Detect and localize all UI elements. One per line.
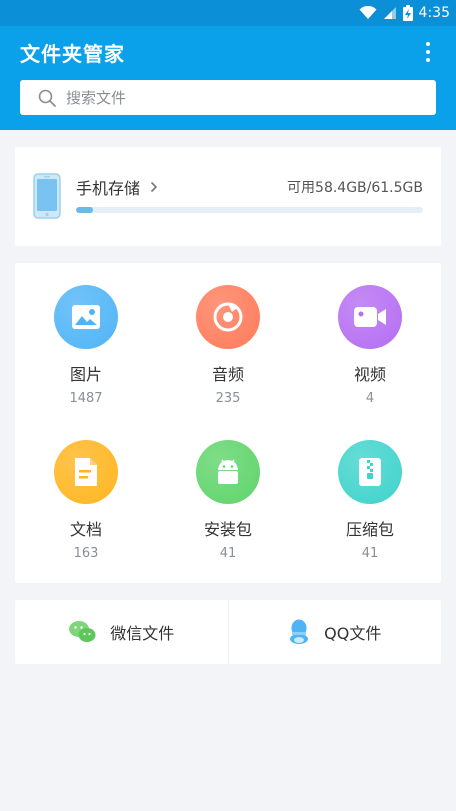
- search-input[interactable]: [66, 88, 406, 107]
- video-icon: [338, 285, 402, 349]
- search-box[interactable]: [20, 80, 436, 115]
- category-label: 音频: [211, 365, 244, 384]
- more-dot-icon: [426, 50, 430, 54]
- phone-storage-card[interactable]: 手机存储 可用58.4GB/61.5GB: [15, 147, 441, 246]
- category-label: 文档: [69, 520, 102, 539]
- music-icon: [196, 285, 260, 349]
- category-archives[interactable]: 压缩包 41: [299, 440, 441, 595]
- category-label: 安装包: [203, 520, 252, 539]
- android-icon: [196, 440, 260, 504]
- category-images[interactable]: 图片 1487: [15, 285, 157, 440]
- category-count: 235: [215, 391, 241, 406]
- more-dot-icon: [426, 58, 430, 62]
- storage-progress-bar: [76, 207, 423, 213]
- category-audio[interactable]: 音频 235: [157, 285, 299, 440]
- wechat-files-button[interactable]: 微信文件: [15, 600, 228, 664]
- phone-icon: [33, 173, 61, 219]
- storage-progress-fill: [76, 207, 94, 213]
- category-documents[interactable]: 文档 163: [15, 440, 157, 595]
- category-count: 1487: [69, 391, 103, 406]
- file-categories-card: 图片 1487 音频 235 视频 4 文档 163 安装包 41 压缩包 41: [15, 263, 441, 583]
- category-video[interactable]: 视频 4: [299, 285, 441, 440]
- category-label: 压缩包: [345, 520, 394, 539]
- wifi-icon: [359, 6, 377, 19]
- image-icon: [54, 285, 118, 349]
- wechat-files-label: 微信文件: [110, 624, 175, 643]
- category-count: 41: [361, 546, 379, 561]
- storage-usage-text: 可用58.4GB/61.5GB: [287, 180, 423, 196]
- app-header: 文件夹管家: [0, 26, 456, 130]
- category-count: 163: [73, 546, 99, 561]
- battery-charging-icon: [402, 5, 413, 21]
- app-title: 文件夹管家: [20, 42, 125, 66]
- storage-title: 手机存储: [76, 175, 158, 199]
- chevron-right-icon: [150, 181, 158, 193]
- qq-files-label: QQ文件: [324, 624, 382, 643]
- category-count: 4: [365, 391, 375, 406]
- status-bar: 4:35: [0, 0, 456, 26]
- category-label: 视频: [353, 365, 386, 384]
- more-options-button[interactable]: [416, 38, 440, 66]
- social-files-card: 微信文件 QQ文件: [15, 600, 441, 664]
- document-icon: [54, 440, 118, 504]
- category-label: 图片: [69, 365, 102, 384]
- wechat-icon: [69, 621, 96, 642]
- category-apk[interactable]: 安装包 41: [157, 440, 299, 595]
- qq-files-button[interactable]: QQ文件: [229, 600, 442, 664]
- more-dot-icon: [426, 42, 430, 46]
- storage-title-text: 手机存储: [76, 179, 141, 198]
- search-icon: [38, 89, 56, 107]
- zip-icon: [338, 440, 402, 504]
- qq-icon: [290, 619, 309, 644]
- status-time: 4:35: [418, 5, 450, 21]
- signal-icon: [383, 7, 396, 19]
- category-count: 41: [219, 546, 237, 561]
